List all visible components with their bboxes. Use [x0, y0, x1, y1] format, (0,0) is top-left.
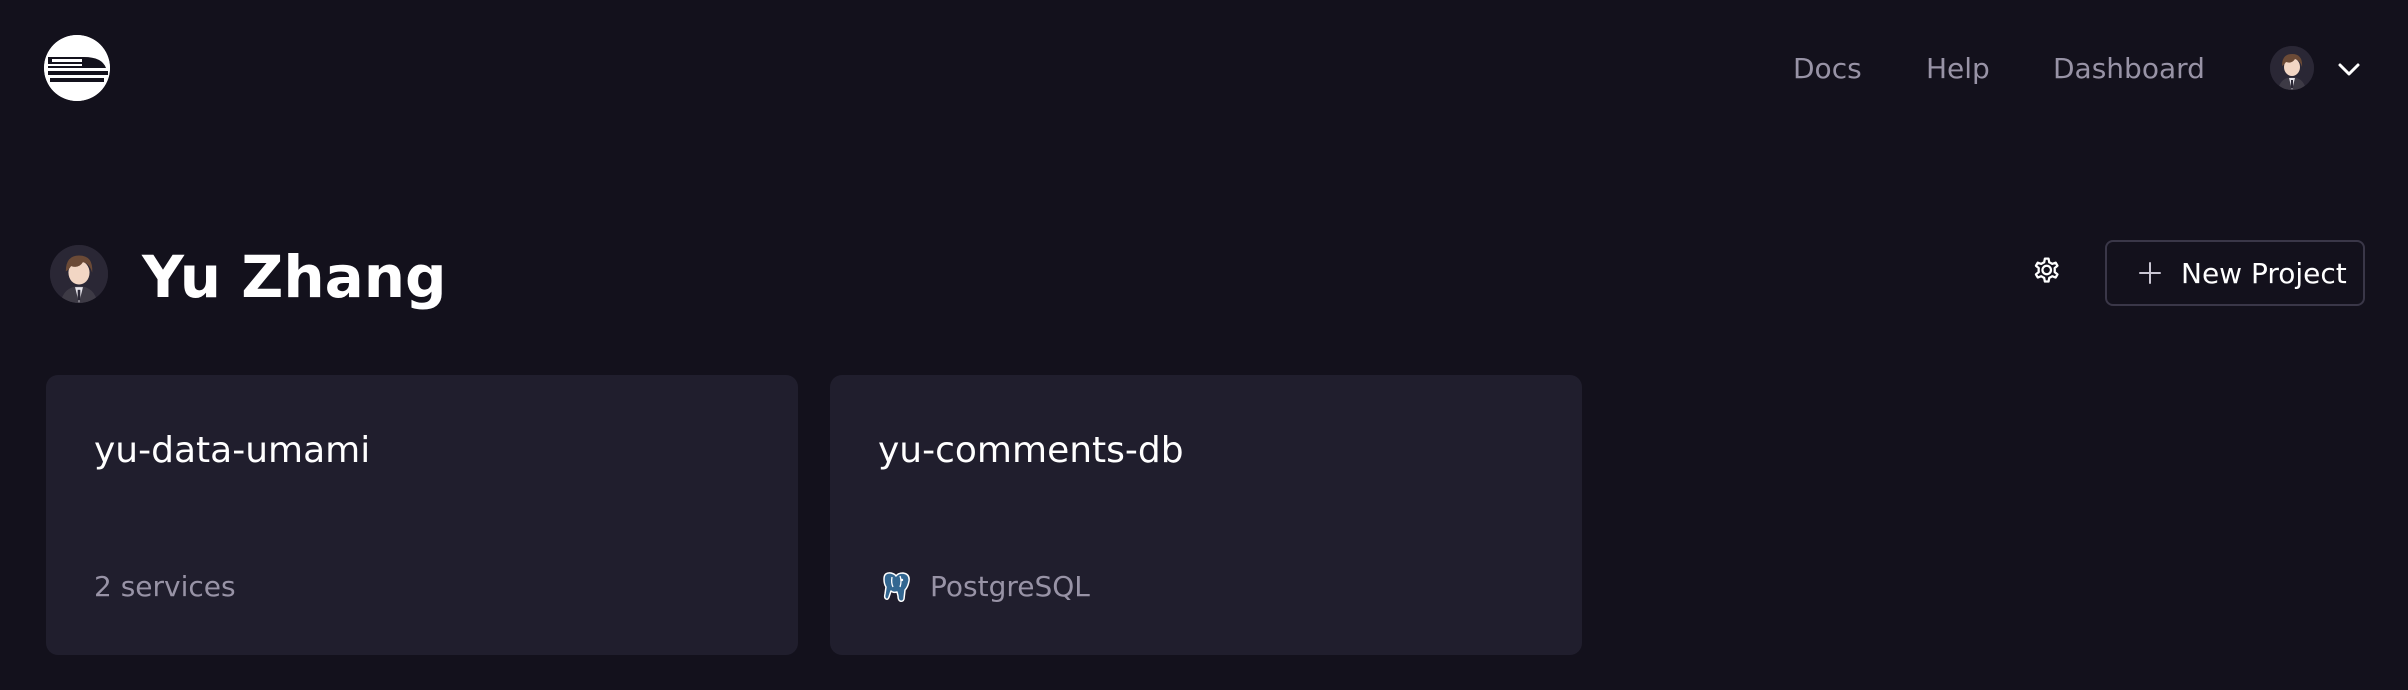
railway-logo-icon[interactable]	[44, 35, 110, 101]
project-card[interactable]: yu-data-umami 2 services	[46, 375, 798, 655]
project-name: yu-comments-db	[878, 430, 1184, 471]
postgresql-icon	[878, 569, 914, 605]
plus-icon	[2137, 260, 2163, 286]
project-services-count: 2 services	[94, 569, 236, 605]
new-project-button[interactable]: New Project	[2105, 240, 2365, 306]
user-avatar	[2270, 46, 2314, 90]
user-menu-button[interactable]	[2270, 44, 2366, 96]
page-title: Yu Zhang	[142, 243, 447, 311]
new-project-label: New Project	[2181, 256, 2347, 290]
nav-dashboard-link[interactable]: Dashboard	[2053, 50, 2205, 88]
project-meta-text: PostgreSQL	[930, 570, 1090, 603]
nav-help-link[interactable]: Help	[1926, 50, 1990, 88]
project-meta-text: 2 services	[94, 570, 236, 603]
project-service-type: PostgreSQL	[878, 569, 1090, 605]
settings-button[interactable]	[2024, 250, 2068, 294]
project-name: yu-data-umami	[94, 430, 371, 471]
nav-docs-link[interactable]: Docs	[1793, 50, 1862, 88]
gear-icon	[2029, 253, 2063, 291]
project-card[interactable]: yu-comments-db PostgreSQL	[830, 375, 1582, 655]
top-navbar: Docs Help Dashboard	[0, 0, 2408, 140]
user-avatar	[50, 245, 108, 303]
chevron-down-icon	[2336, 56, 2362, 86]
